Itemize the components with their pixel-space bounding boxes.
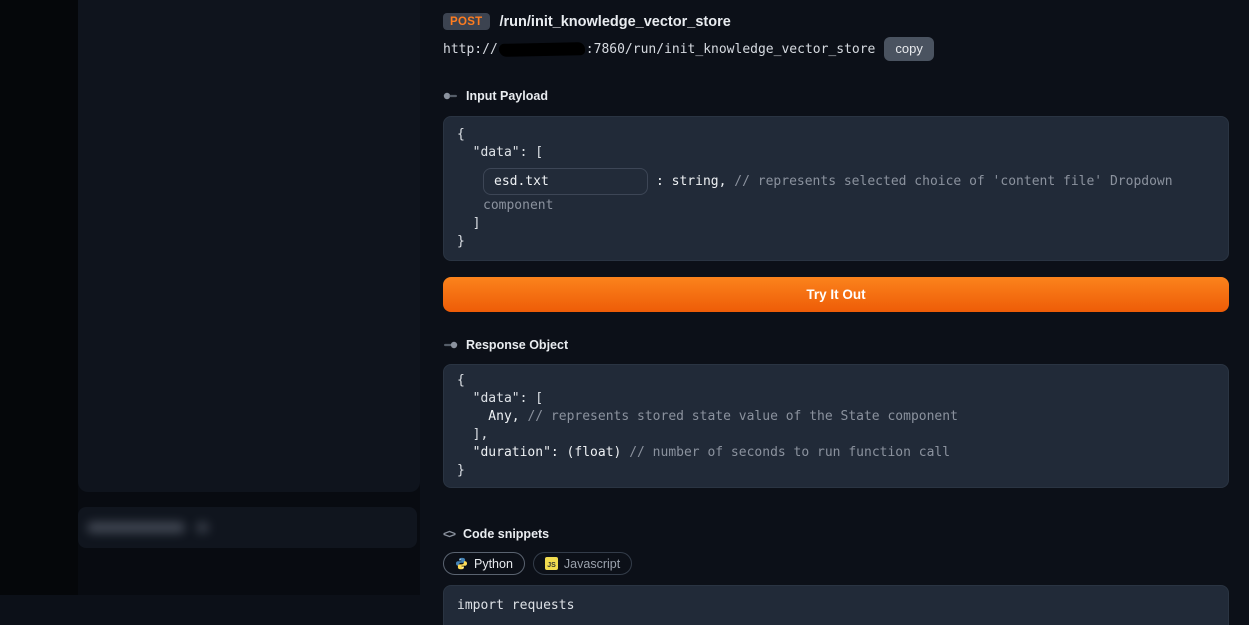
endpoint-path: /run/init_knowledge_vector_store — [500, 14, 731, 30]
duration-token: "duration": (float) — [473, 445, 630, 460]
url-suffix: :7860/run/init_knowledge_vector_store — [586, 42, 876, 57]
copy-url-button[interactable]: copy — [884, 37, 933, 61]
input-payload-block: { "data": [ : string, // represents sele… — [443, 116, 1229, 261]
response-object-label: Response Object — [466, 338, 568, 352]
code-snippets-header: <> Code snippets — [443, 527, 1229, 541]
code-line: Any, // represents stored state value of… — [457, 408, 1215, 426]
code-line: ] — [457, 215, 1215, 233]
content-file-input[interactable] — [483, 168, 648, 195]
input-payload-header: Input Payload — [443, 89, 1229, 103]
dimmed-app-content — [78, 0, 420, 492]
code-line: { — [457, 126, 1215, 144]
endpoint-url: http:// :7860/run/init_knowledge_vector_s… — [443, 42, 875, 57]
api-docs-panel: POST /run/init_knowledge_vector_store ht… — [420, 0, 1249, 595]
payload-in-icon — [443, 91, 458, 101]
code-line: "duration": (float) // number of seconds… — [457, 444, 1215, 462]
tab-javascript-label: Javascript — [564, 557, 620, 571]
python-snippet-block: import requests — [443, 585, 1229, 625]
tab-python[interactable]: Python — [443, 552, 525, 575]
url-prefix: http:// — [443, 42, 498, 57]
code-brackets-icon: <> — [443, 527, 455, 541]
payload-field-row: : string, // represents selected choice … — [483, 168, 1215, 195]
code-line: } — [457, 233, 1215, 251]
try-it-out-button[interactable]: Try It Out — [443, 277, 1229, 312]
tab-python-label: Python — [474, 557, 513, 571]
duration-comment: // number of seconds to run function cal… — [629, 445, 950, 460]
payload-out-icon — [443, 340, 458, 350]
response-object-block: { "data": [ Any, // represents stored st… — [443, 364, 1229, 488]
any-token: Any, — [488, 409, 527, 424]
field-annotation: : string, // represents selected choice … — [656, 174, 1173, 189]
svg-text:JS: JS — [547, 562, 556, 569]
left-rail — [0, 0, 78, 595]
field-type: : string, — [656, 174, 726, 189]
field-comment: // represents selected choice of 'conten… — [734, 174, 1172, 189]
javascript-logo-icon: JS — [545, 557, 558, 570]
input-payload-label: Input Payload — [466, 89, 548, 103]
code-line: } — [457, 462, 1215, 480]
code-snippets-label: Code snippets — [463, 527, 549, 541]
snippet-language-tabs: Python JS Javascript — [443, 552, 1229, 575]
any-comment: // represents stored state value of the … — [527, 409, 957, 424]
blurred-footer-badge — [196, 522, 209, 533]
http-method-badge: POST — [443, 13, 490, 30]
endpoint-url-row: http:// :7860/run/init_knowledge_vector_s… — [443, 37, 1229, 61]
code-line: "data": [ — [457, 144, 1215, 162]
field-comment-wrap: component — [483, 197, 1215, 215]
dimmed-footer-card — [78, 507, 417, 548]
blurred-footer-text — [87, 522, 185, 533]
dimmed-app-backdrop — [78, 0, 420, 595]
code-line: import requests — [457, 597, 1215, 615]
code-line: { — [457, 372, 1215, 390]
code-line: ], — [457, 426, 1215, 444]
redacted-host — [499, 42, 585, 57]
code-line: "data": [ — [457, 390, 1215, 408]
endpoint-header: POST /run/init_knowledge_vector_store — [443, 13, 1229, 30]
python-logo-icon — [455, 557, 468, 570]
tab-javascript[interactable]: JS Javascript — [533, 552, 632, 575]
response-object-header: Response Object — [443, 338, 1229, 352]
